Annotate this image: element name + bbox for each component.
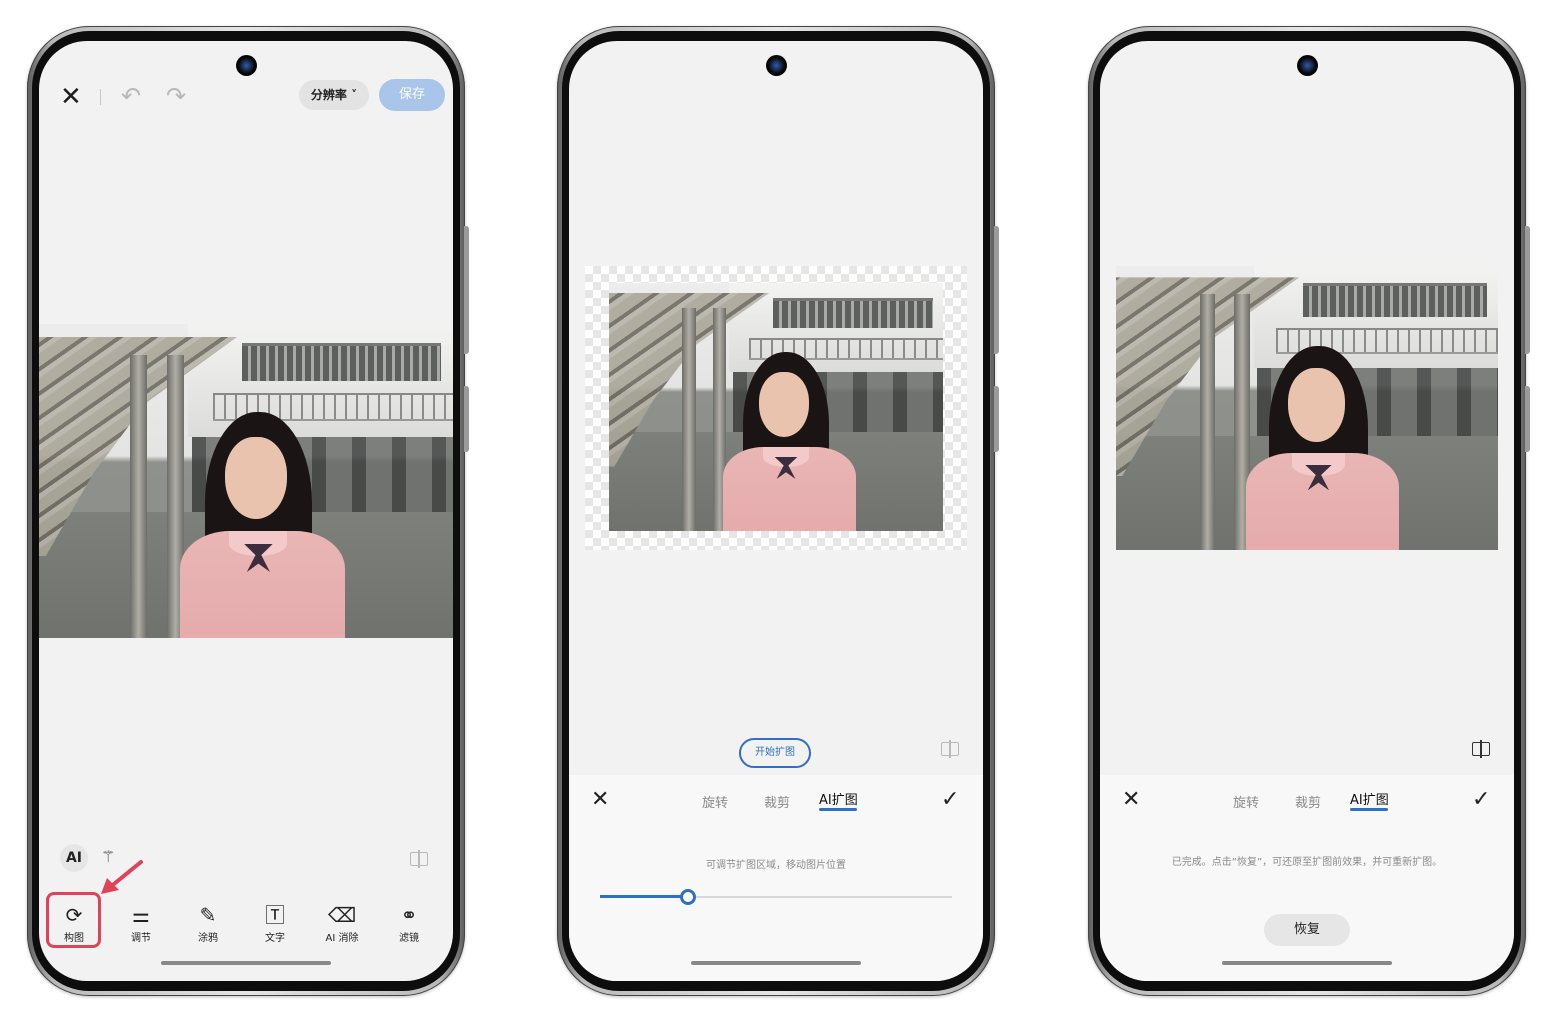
- power-button: [1525, 386, 1530, 452]
- close-icon[interactable]: ✕: [60, 84, 82, 110]
- pen-icon: ✎: [199, 903, 217, 927]
- eraser-icon: ⌫: [327, 903, 357, 927]
- redo-icon[interactable]: ↷: [166, 83, 186, 109]
- text-box-icon: 🅃: [265, 903, 285, 927]
- chevron-down-icon: ˅: [346, 88, 358, 102]
- photo-preview[interactable]: [609, 283, 943, 531]
- active-tab-indicator: [819, 808, 857, 811]
- screen-editor: ✕ ↶ ↷ 分辨率 ˅ 保存 AI ⚚ ⟳ 构图 ⚌ 调节 ✎ 涂鸦 🅃 文字 …: [39, 41, 453, 981]
- slider-thumb[interactable]: [680, 889, 696, 905]
- front-camera: [236, 55, 257, 76]
- close-icon[interactable]: ✕: [591, 787, 609, 812]
- undo-icon[interactable]: ↶: [121, 83, 141, 109]
- toolbar-divider: [100, 89, 101, 105]
- front-camera: [1297, 55, 1318, 76]
- tab-crop[interactable]: 裁剪: [1295, 792, 1321, 811]
- bottom-panel: ✕ 旋转 裁剪 AI扩图 ✓ 已完成。点击“恢复”，可还原至扩图前效果，并可重新…: [1100, 775, 1514, 981]
- volume-button: [1525, 226, 1530, 354]
- volume-button: [994, 226, 999, 354]
- expanded-photo[interactable]: [1116, 266, 1498, 550]
- resolution-label: 分辨率: [310, 88, 347, 102]
- tool-label: AI 消除: [325, 933, 359, 944]
- phone-frame-ai-expand: 开始扩图 ✕ 旋转 裁剪 AI扩图 ✓ 可调节扩图区域，移动图片位置: [557, 26, 999, 996]
- slider-fill: [600, 895, 688, 898]
- completion-hint: 已完成。点击“恢复”，可还原至扩图前效果，并可重新扩图。: [1171, 857, 1443, 868]
- front-camera: [766, 55, 787, 76]
- tool-label: 滤镜: [399, 933, 419, 944]
- tab-rotate[interactable]: 旋转: [1233, 792, 1259, 811]
- photo-preview[interactable]: [39, 324, 453, 638]
- tool-text[interactable]: 🅃 文字: [248, 903, 302, 944]
- tab-ai-expand[interactable]: AI扩图: [819, 789, 858, 808]
- tool-label: 文字: [265, 933, 285, 944]
- tool-filter[interactable]: ⚭ 滤镜: [382, 903, 436, 944]
- tab-ai-expand[interactable]: AI扩图: [1350, 789, 1389, 808]
- home-indicator[interactable]: [1222, 961, 1392, 965]
- tool-adjust[interactable]: ⚌ 调节: [114, 903, 168, 944]
- home-indicator[interactable]: [161, 961, 331, 965]
- crop-rotate-icon: ⟳: [65, 903, 83, 927]
- filter-circles-icon: ⚭: [400, 903, 418, 927]
- tab-crop[interactable]: 裁剪: [764, 792, 790, 811]
- ai-button[interactable]: AI: [60, 844, 88, 872]
- sliders-icon: ⚌: [132, 903, 150, 927]
- screen-ai-expand: 开始扩图 ✕ 旋转 裁剪 AI扩图 ✓ 可调节扩图区域，移动图片位置: [569, 41, 983, 981]
- restore-button[interactable]: 恢复: [1264, 914, 1350, 946]
- home-indicator[interactable]: [691, 961, 861, 965]
- tab-rotate[interactable]: 旋转: [702, 792, 728, 811]
- active-tab-indicator: [1350, 808, 1388, 811]
- confirm-check-icon[interactable]: ✓: [941, 787, 959, 812]
- power-button: [994, 386, 999, 452]
- expand-hint: 可调节扩图区域，移动图片位置: [706, 860, 846, 871]
- tool-label: 构图: [64, 933, 84, 944]
- screen-expanded-result: ✕ 旋转 裁剪 AI扩图 ✓ 已完成。点击“恢复”，可还原至扩图前效果，并可重新…: [1100, 41, 1514, 981]
- tool-compose[interactable]: ⟳ 构图: [47, 903, 101, 944]
- confirm-check-icon[interactable]: ✓: [1472, 787, 1490, 812]
- compare-icon[interactable]: [941, 740, 959, 758]
- volume-button: [464, 226, 469, 354]
- start-expand-button[interactable]: 开始扩图: [739, 738, 811, 768]
- pointer-arrow: [101, 860, 143, 894]
- tool-label: 调节: [131, 933, 151, 944]
- tool-ai-erase[interactable]: ⌫ AI 消除: [315, 903, 369, 944]
- power-button: [464, 386, 469, 452]
- close-icon[interactable]: ✕: [1122, 787, 1140, 812]
- compare-icon[interactable]: [410, 850, 428, 868]
- compare-icon[interactable]: [1472, 740, 1490, 758]
- resolution-dropdown[interactable]: 分辨率 ˅: [299, 80, 369, 110]
- tool-label: 涂鸦: [198, 933, 218, 944]
- save-button[interactable]: 保存: [379, 79, 445, 111]
- tool-doodle[interactable]: ✎ 涂鸦: [181, 903, 235, 944]
- phone-frame-editor: ✕ ↶ ↷ 分辨率 ˅ 保存 AI ⚚ ⟳ 构图 ⚌ 调节 ✎ 涂鸦 🅃 文字 …: [27, 26, 469, 996]
- bottom-panel: ✕ 旋转 裁剪 AI扩图 ✓ 可调节扩图区域，移动图片位置: [569, 775, 983, 981]
- phone-frame-expanded-result: ✕ 旋转 裁剪 AI扩图 ✓ 已完成。点击“恢复”，可还原至扩图前效果，并可重新…: [1088, 26, 1530, 996]
